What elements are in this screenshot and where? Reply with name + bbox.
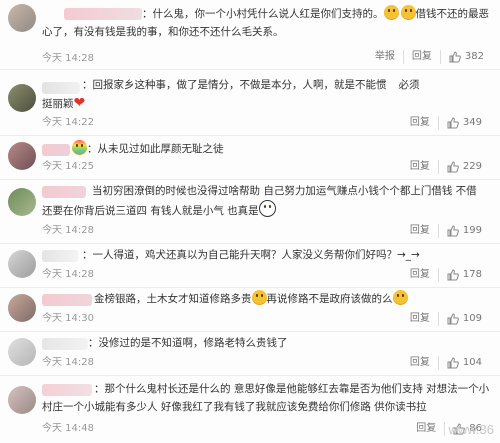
avatar[interactable]: [8, 294, 36, 322]
comment-item: ：一人得道，鸡犬还真以为自己能升天啊？人家没义务帮你们好吗？→_→ 今天 14:…: [0, 244, 500, 288]
comment-actions: 回复 349: [402, 116, 490, 130]
avatar[interactable]: [8, 386, 36, 414]
thumbs-up-icon: [447, 117, 459, 129]
like-button[interactable]: 178: [437, 268, 490, 282]
comment-actions: 回复 229: [402, 160, 490, 174]
comment-item: ：没修过的是不知道啊，修路老特么贵钱了 今天 14:28 回复 104: [0, 332, 500, 376]
reply-button[interactable]: 回复: [402, 116, 438, 130]
comment-time: 今天 14:30: [42, 313, 94, 324]
comment-item: 当初穷困潦倒的时候也没得过啥帮助 自己努力加运气赚点小钱个个都上门借钱 不借 还…: [0, 180, 500, 244]
comment-item: ：回报家乡这种事，做了是情分，不做是本分，人啊，就是不能惯 必须 挺丽颖❤ 今天 …: [0, 72, 500, 136]
thumbs-up-icon: [447, 313, 459, 325]
watermark: www.36: [448, 422, 494, 437]
comment-text: 当初穷困潦倒的时候也没得过啥帮助 自己努力加运气赚点小钱个个都上门借钱 不借 还…: [42, 185, 477, 217]
comment-text: 金榜银路，土木女才知道修路多贵 再说修路不是政府该做的么: [42, 290, 494, 308]
thumbs-up-icon: [447, 225, 459, 237]
heart-icon: ❤: [73, 95, 86, 111]
comment-actions: 回复 109: [402, 312, 490, 326]
comment-time: 今天 14:28: [42, 53, 94, 64]
avatar[interactable]: [8, 250, 36, 278]
comment-time: 今天 14:28: [42, 357, 94, 368]
thumbs-up-icon: [447, 161, 459, 173]
like-button[interactable]: 199: [437, 224, 490, 238]
comment-time: 今天 14:48: [42, 423, 94, 434]
reply-button[interactable]: 回复: [402, 50, 440, 64]
comment-text: ：那个什么鬼村长还是什么的 意思好像是他能够红去靠是否为他们支持 对想法一个小 …: [42, 383, 490, 413]
comment-item: ：什么鬼，你一个小村凭什么说人红是你们支持的。 借钱不还的最恶 心了，有没有钱是我…: [0, 0, 500, 70]
like-button[interactable]: 229: [437, 160, 490, 174]
comment-actions: 回复 199: [402, 224, 490, 238]
comment-time: 今天 14:28: [42, 225, 94, 236]
reply-button[interactable]: 回复: [402, 312, 438, 326]
comment-text: ：什么鬼，你一个小村凭什么说人红是你们支持的。 借钱不还的最恶 心了，有没有钱是我…: [42, 5, 492, 41]
avatar[interactable]: [8, 338, 36, 366]
comment-text: ：没修过的是不知道啊，修路老特么贵钱了: [88, 337, 288, 349]
penguin-emoji-icon: [258, 200, 276, 217]
thumbs-up-icon: [447, 357, 459, 369]
like-button[interactable]: 349: [437, 116, 490, 130]
comment-item: 金榜银路，土木女才知道修路多贵 再说修路不是政府该做的么 今天 14:30 回复 …: [0, 288, 500, 332]
avatar[interactable]: [8, 142, 36, 170]
comment-actions: 回复 104: [402, 356, 490, 370]
comment-text: ：回报家乡这种事，做了是情分，不做是本分，人啊，就是不能惯 必须 挺丽颖❤: [42, 79, 420, 111]
reply-button[interactable]: 回复: [402, 160, 438, 174]
like-button[interactable]: 109: [437, 312, 490, 326]
comment-time: 今天 14:25: [42, 161, 94, 172]
thumbs-up-icon: [447, 269, 459, 281]
reply-button[interactable]: 回复: [402, 268, 438, 282]
like-button[interactable]: 104: [437, 356, 490, 370]
avatar[interactable]: [8, 4, 36, 32]
rainbow-emoji-icon: [72, 140, 87, 155]
smile-emoji-icon: [383, 5, 399, 20]
thumbs-up-icon: [449, 51, 461, 63]
comment-actions: 回复 178: [402, 268, 490, 282]
comment-item: ：那个什么鬼村长还是什么的 意思好像是他能够红去靠是否为他们支持 对想法一个小 …: [0, 376, 500, 443]
smile-emoji-icon: [392, 290, 408, 305]
comment-time: 今天 14:28: [42, 269, 94, 280]
comment-time: 今天 14:22: [42, 117, 94, 128]
avatar[interactable]: [8, 188, 36, 216]
avatar[interactable]: [8, 84, 36, 112]
report-button[interactable]: 举报: [367, 50, 403, 64]
comment-actions: 举报 回复 382: [367, 50, 492, 64]
smile-emoji-icon: [251, 290, 267, 305]
reply-button[interactable]: 回复: [402, 224, 438, 238]
reply-button[interactable]: 回复: [408, 422, 444, 436]
comment-item: ：从未见过如此厚颜无耻之徒 今天 14:25 回复 229: [0, 136, 500, 180]
smile-emoji-icon: [400, 5, 416, 20]
like-button[interactable]: 382: [439, 50, 492, 64]
reply-button[interactable]: 回复: [402, 356, 438, 370]
comment-text: ：一人得道，鸡犬还真以为自己能升天啊？人家没义务帮你们好吗？→_→: [82, 249, 420, 261]
comment-text: ：从未见过如此厚颜无耻之徒: [42, 140, 492, 158]
